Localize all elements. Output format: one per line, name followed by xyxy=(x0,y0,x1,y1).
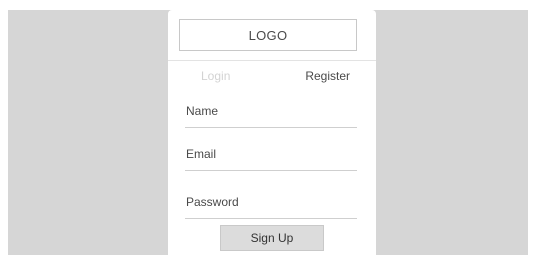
logo-text: LOGO xyxy=(248,27,288,43)
email-field[interactable]: Email xyxy=(185,140,357,171)
password-field[interactable]: Password xyxy=(185,188,357,219)
header-divider xyxy=(168,60,376,61)
logo: LOGO xyxy=(179,19,357,51)
name-field[interactable]: Name xyxy=(185,97,357,128)
email-field-placeholder: Email xyxy=(186,147,217,161)
sign-up-button[interactable]: Sign Up xyxy=(220,225,324,251)
password-field-placeholder: Password xyxy=(186,195,239,209)
signup-card: LOGO Login Register Name Email Password … xyxy=(168,10,376,255)
tab-login[interactable]: Login xyxy=(201,69,230,83)
tab-register[interactable]: Register xyxy=(305,69,350,83)
name-field-placeholder: Name xyxy=(186,104,219,118)
